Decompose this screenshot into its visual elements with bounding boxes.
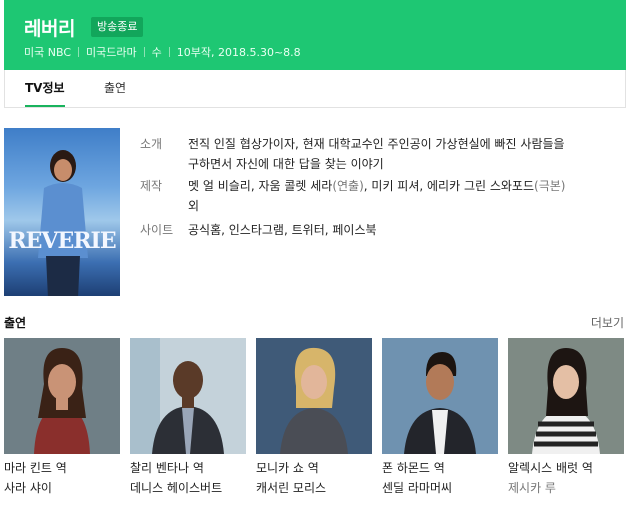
cast-card[interactable]: 마라 킨트 역 사라 샤이 xyxy=(4,338,120,496)
cast-card[interactable]: 모니카 쇼 역 캐서린 모리스 xyxy=(256,338,372,496)
tab-cast[interactable]: 출연 xyxy=(104,70,126,107)
meta-divider xyxy=(168,47,170,57)
cast-actor-name[interactable]: 센딜 라마머씨 xyxy=(382,479,498,496)
program-poster[interactable]: REVERIE xyxy=(4,128,120,296)
program-header: 레버리 방송종료 미국 NBC 미국드라마 수 10부작, 2018.5.30~8.8 xyxy=(4,0,626,70)
summary-label: 소개 xyxy=(140,137,163,151)
site-link-instagram[interactable]: 인스타그램 xyxy=(229,223,284,237)
meta-network: 미국 NBC xyxy=(24,46,71,59)
cast-actor-name[interactable]: 사라 샤이 xyxy=(4,479,120,496)
production-text: 멧 얼 비슬리, 자움 콜렛 세라(연출), 미키 피셔, 에리카 그린 스와포… xyxy=(188,176,628,216)
summary-line: 구하면서 자신에 대한 답을 찾는 이야기 xyxy=(188,157,384,171)
cast-photo[interactable] xyxy=(130,338,246,454)
production-label: 제작 xyxy=(140,179,163,193)
cast-role: 알렉시스 배럿 역 xyxy=(508,461,593,475)
site-label: 사이트 xyxy=(140,223,174,237)
tab-bar: TV정보 출연 xyxy=(4,70,626,108)
tab-tv-info[interactable]: TV정보 xyxy=(25,70,65,107)
site-links: 공식홈, 인스타그램, 트위터, 페이스북 xyxy=(188,223,377,237)
site-link-official[interactable]: 공식홈 xyxy=(188,223,221,237)
meta-genre: 미국드라마 xyxy=(86,46,137,59)
program-meta: 미국 NBC 미국드라마 수 10부작, 2018.5.30~8.8 xyxy=(24,44,301,60)
cast-photo[interactable] xyxy=(508,338,624,454)
meta-divider xyxy=(143,47,145,57)
summary-line: 전직 인질 협상가이자, 현재 대학교수인 주인공이 가상현실에 빠진 사람들을 xyxy=(188,137,565,151)
cast-card[interactable]: 폰 하몬드 역 센딜 라마머씨 xyxy=(382,338,498,496)
site-link-twitter[interactable]: 트위터 xyxy=(292,223,325,237)
more-link[interactable]: 더보기 xyxy=(591,314,624,331)
production-role-note: (연출) xyxy=(332,179,364,193)
meta-airday: 수 xyxy=(151,46,162,59)
poster-title-text: REVERIE xyxy=(8,228,116,254)
production-credit[interactable]: , 미키 피셔, 에리카 그린 스와포드 xyxy=(364,179,534,193)
cast-actor-name[interactable]: 제시카 루 xyxy=(508,479,624,496)
poster-figure xyxy=(38,150,88,296)
cast-card[interactable]: 알렉시스 배럿 역 제시카 루 xyxy=(508,338,624,496)
meta-episodes-period: 10부작, 2018.5.30~8.8 xyxy=(176,46,301,59)
cast-role: 폰 하몬드 역 xyxy=(382,461,445,475)
cast-role: 모니카 쇼 역 xyxy=(256,461,319,475)
production-credit[interactable]: 멧 얼 비슬리, 자움 콜렛 세라 xyxy=(188,179,332,193)
cast-role: 마라 킨트 역 xyxy=(4,461,67,475)
cast-actor-name[interactable]: 데니스 헤이스버트 xyxy=(130,479,246,496)
production-more: 외 xyxy=(188,199,200,213)
cast-photo[interactable] xyxy=(382,338,498,454)
program-title[interactable]: 레버리 xyxy=(24,14,75,41)
cast-section-title: 출연 xyxy=(4,316,27,330)
cast-role: 찰리 벤타나 역 xyxy=(130,461,204,475)
summary-text: 전직 인질 협상가이자, 현재 대학교수인 주인공이 가상현실에 빠진 사람들을… xyxy=(188,134,628,174)
cast-actor-name[interactable]: 캐서린 모리스 xyxy=(256,479,372,496)
cast-photo[interactable] xyxy=(256,338,372,454)
cast-photo[interactable] xyxy=(4,338,120,454)
site-link-facebook[interactable]: 페이스북 xyxy=(332,223,376,237)
production-role-note: (극본) xyxy=(534,179,566,193)
meta-divider xyxy=(78,47,79,57)
status-badge: 방송종료 xyxy=(91,17,144,37)
cast-card[interactable]: 찰리 벤타나 역 데니스 헤이스버트 xyxy=(130,338,246,496)
